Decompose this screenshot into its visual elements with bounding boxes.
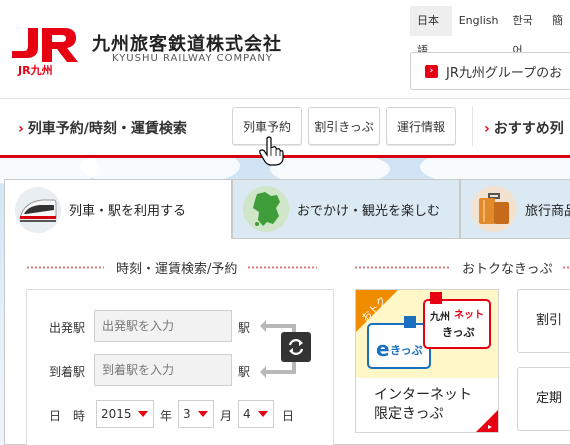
deals-heading-text: おトクなきっぷ — [462, 262, 553, 277]
lang-japanese[interactable]: 日本語 — [410, 6, 452, 57]
chevron-right-icon: › — [425, 64, 438, 78]
service-status-button[interactable]: 運行情報 — [386, 107, 456, 145]
hand-cursor-icon — [259, 136, 284, 166]
year-value: 2015 — [101, 407, 132, 421]
year-unit: 年 — [160, 409, 173, 423]
caret-down-icon — [198, 411, 208, 417]
caret-down-icon — [258, 411, 268, 417]
group-link-label: JR九州グループのお — [446, 65, 563, 81]
eticket-e: e — [376, 337, 390, 361]
net-kippu-3: きっぷ — [442, 326, 475, 339]
nav-title-label: 列車予約/時刻・運賃検索 — [27, 121, 187, 137]
tab-travel-products[interactable]: 旅行商品 — [460, 179, 570, 239]
heading-dots-left — [26, 266, 104, 269]
day-select[interactable]: 4 — [238, 400, 274, 428]
card-line-2: 限定きっぷ — [374, 406, 444, 422]
chevron-right-icon: › — [484, 121, 490, 137]
search-heading-text: 時刻・運賃検索/予約 — [116, 262, 238, 277]
tab-sightseeing-label: おでかけ・観光を楽しむ — [297, 203, 441, 219]
nav-underline — [0, 155, 570, 158]
eticket-illustration: おトク e きっぷ 九州 ネット きっぷ — [356, 290, 491, 369]
discount-card[interactable]: 割引 — [517, 289, 570, 353]
nav-reservation-title[interactable]: › 列車予約/時刻・運賃検索 — [18, 118, 187, 138]
year-select[interactable]: 2015 — [96, 400, 154, 428]
tab-use-trains-label: 列車・駅を利用する — [69, 204, 187, 219]
lang-chinese[interactable]: 簡 — [545, 6, 570, 36]
chevron-right-icon: › — [18, 121, 24, 137]
train-icon — [15, 186, 61, 233]
departure-label: 出発駅 — [49, 321, 86, 335]
heading-dots-right — [562, 266, 570, 269]
card-line-1: インターネット — [374, 387, 472, 403]
logo-subtext: JR九州 — [18, 64, 53, 77]
month-select[interactable]: 3 — [178, 400, 214, 428]
discount-tickets-button[interactable]: 割引きっぷ — [308, 107, 380, 145]
caret-down-icon — [138, 411, 148, 417]
month-unit: 月 — [220, 409, 233, 423]
corner-arrow-icon — [476, 410, 498, 432]
tab-bar: 列車・駅を利用する おでかけ・観光を楽しむ 旅行商品 — [4, 179, 570, 239]
lang-korean[interactable]: 한국어 — [505, 6, 545, 57]
arrival-input[interactable]: 到着駅を入力 — [94, 354, 232, 386]
datetime-label: 日 時 — [49, 409, 86, 423]
suitcase-icon — [471, 186, 517, 232]
group-companies-link[interactable]: › JR九州グループのお — [410, 52, 570, 90]
tab-sightseeing[interactable]: おでかけ・観光を楽しむ — [232, 179, 460, 239]
refresh-icon — [288, 339, 304, 355]
net-kippu-1: 九州 — [429, 310, 450, 323]
language-switcher: 日本語 English 한국어 簡 — [410, 6, 570, 57]
tab-travel-products-label: 旅行商品 — [525, 203, 570, 219]
commuter-pass-card[interactable]: 定期 — [517, 367, 570, 431]
arrival-suffix: 駅 — [238, 365, 251, 379]
departure-suffix: 駅 — [238, 321, 251, 335]
site-header: JR九州 九州旅客鉄道株式会社 KYUSHU RAILWAY COMPANY 日… — [0, 0, 570, 98]
eticket-kippu: きっぷ — [390, 344, 423, 357]
internet-ticket-text: インターネット 限定きっぷ — [374, 386, 472, 424]
heading-dots-left — [354, 266, 450, 269]
nav-divider — [472, 106, 473, 146]
nav-recommended-title[interactable]: › おすすめ列 — [484, 118, 564, 138]
departure-input[interactable]: 出発駅を入力 — [94, 310, 232, 342]
heading-dots-right — [247, 266, 318, 269]
deals-section-heading: おトクなきっぷ — [354, 258, 570, 277]
day-value: 4 — [243, 407, 251, 421]
nav-title2-label: おすすめ列 — [493, 121, 564, 137]
search-section-heading: 時刻・運賃検索/予約 — [26, 258, 318, 277]
jr-logo-icon — [12, 28, 78, 62]
month-value: 3 — [183, 407, 191, 421]
swap-stations-button[interactable] — [281, 332, 311, 362]
arrival-label: 到着駅 — [49, 365, 86, 379]
eticket-banner: おトク e きっぷ 九州 ネット きっぷ — [356, 290, 498, 378]
kyushu-map-icon — [243, 186, 289, 232]
company-name-en: KYUSHU RAILWAY COMPANY — [112, 53, 273, 64]
lang-english[interactable]: English — [452, 6, 506, 36]
day-unit: 日 — [282, 409, 295, 423]
internet-ticket-card[interactable]: おトク e きっぷ 九州 ネット きっぷ インターネット 限定きっぷ — [355, 289, 499, 433]
net-kippu-2: ネット — [454, 309, 484, 321]
tab-use-trains[interactable]: 列車・駅を利用する — [4, 179, 232, 239]
